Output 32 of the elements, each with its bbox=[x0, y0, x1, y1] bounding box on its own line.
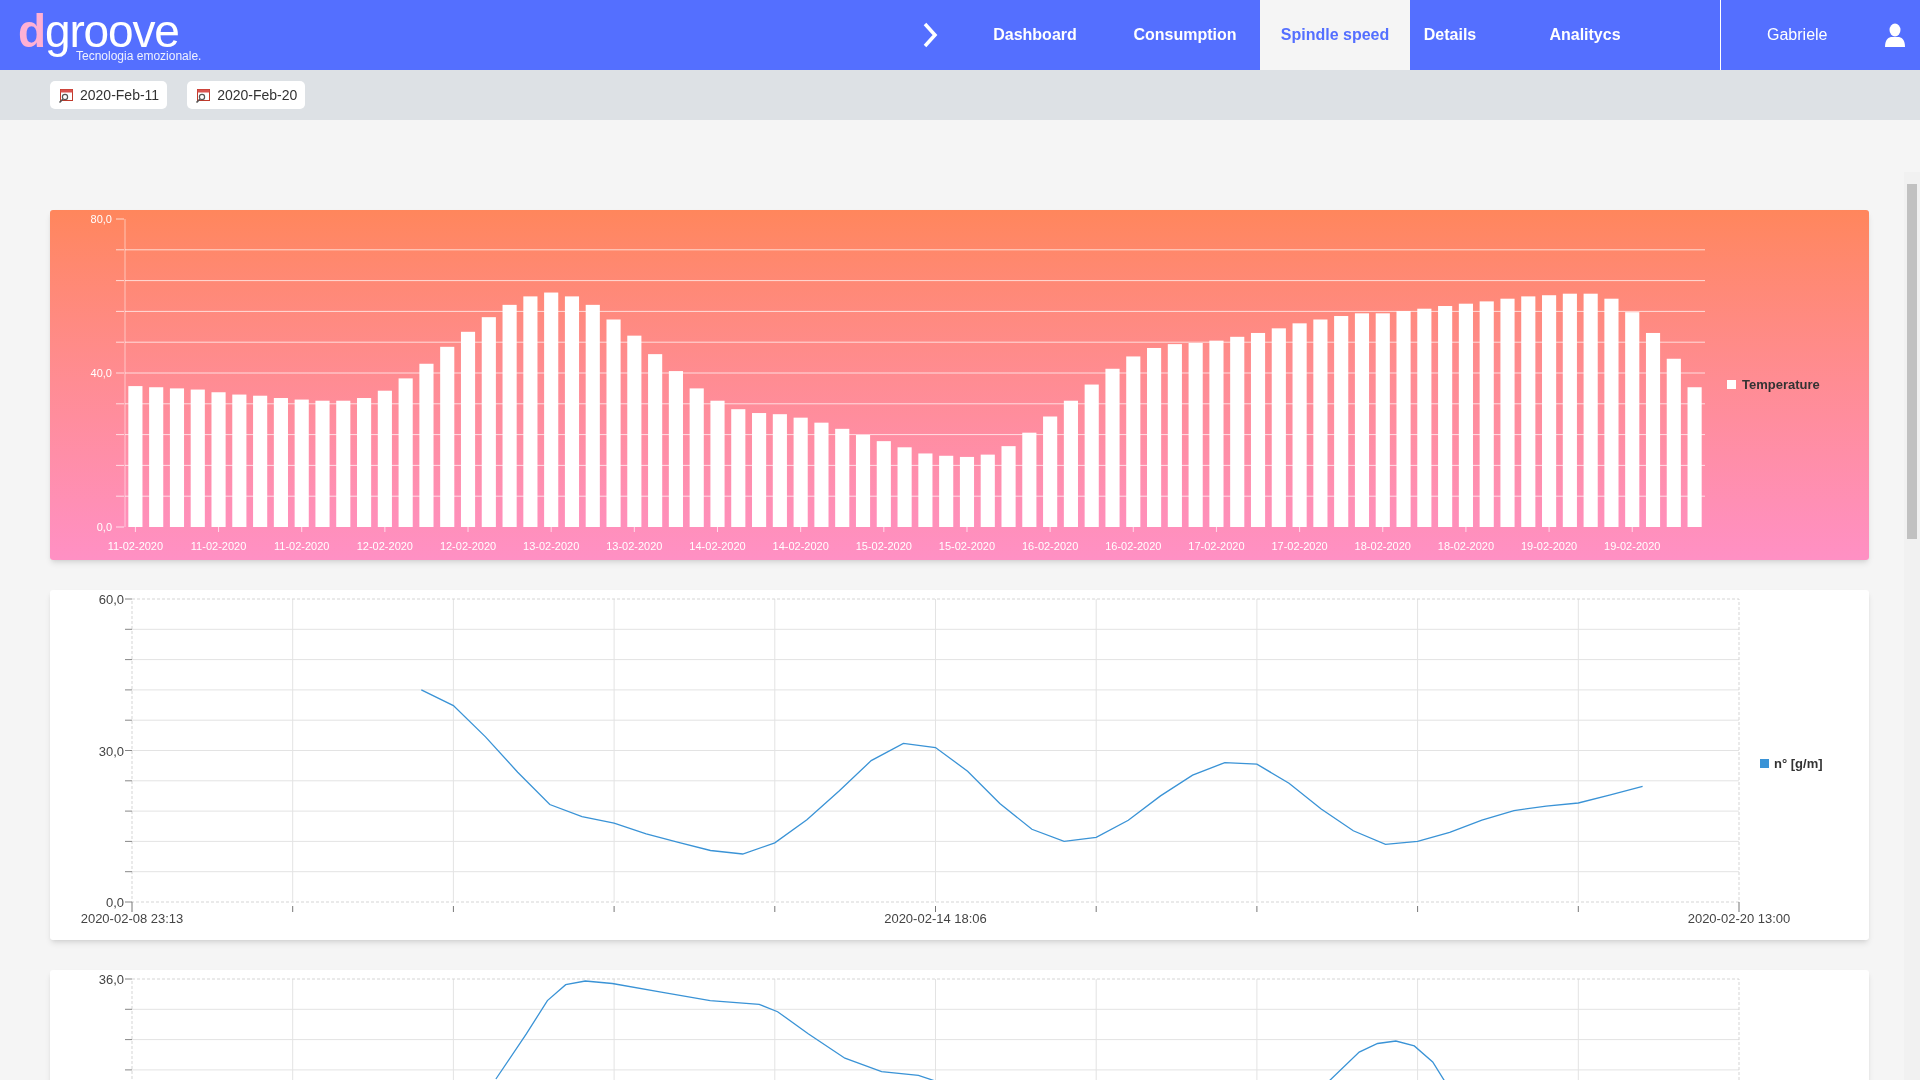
axis-label: 40,0 bbox=[90, 367, 112, 379]
axis-label: 15-02-2020 bbox=[855, 540, 912, 552]
axis-label: 17-02-2020 bbox=[1188, 540, 1245, 552]
axis-label: 2020-02-14 18:06 bbox=[884, 911, 987, 926]
legend-label: Temperature bbox=[1742, 377, 1820, 392]
axis-label: 15-02-2020 bbox=[938, 540, 996, 552]
axis-label: 16-02-2020 bbox=[1022, 540, 1079, 552]
axis-label: 80,0 bbox=[90, 213, 112, 225]
axis-label: 30,0 bbox=[98, 743, 124, 759]
logo-mark: d bbox=[18, 8, 45, 54]
axis-label: 18-02-2020 bbox=[1354, 540, 1411, 552]
axis-label: 13-02-2020 bbox=[606, 540, 663, 552]
axis-label: 11-02-2020 bbox=[190, 540, 247, 552]
axis-label: 60,0 bbox=[98, 592, 124, 607]
axis-label: 14-02-2020 bbox=[772, 540, 829, 552]
axis-label: 2020-02-08 23:13 bbox=[80, 911, 184, 926]
axis-label: 0,0 bbox=[105, 895, 124, 910]
axis-label: 16-02-2020 bbox=[1105, 540, 1162, 552]
axis-label: 11-02-2020 bbox=[274, 540, 330, 552]
axis-label: 12-02-2020 bbox=[356, 540, 413, 552]
axis-label: 19-02-2020 bbox=[1520, 540, 1578, 552]
axis-label: 17-02-2020 bbox=[1271, 540, 1328, 552]
axis-label: 13-02-2020 bbox=[523, 540, 580, 552]
axis-label: 2020-02-20 13:00 bbox=[1687, 911, 1791, 926]
axis-label: 11-02-2020 bbox=[107, 540, 164, 552]
axis-label: 19-02-2020 bbox=[1604, 540, 1661, 552]
axis-label: 14-02-2020 bbox=[689, 540, 746, 552]
legend-label: n° [g/m] bbox=[1774, 756, 1823, 771]
axis-label: 0,0 bbox=[96, 521, 112, 533]
axis-label: 18-02-2020 bbox=[1437, 540, 1495, 552]
axis-label: 36,0 bbox=[98, 972, 124, 987]
axis-label: 12-02-2020 bbox=[439, 540, 497, 552]
